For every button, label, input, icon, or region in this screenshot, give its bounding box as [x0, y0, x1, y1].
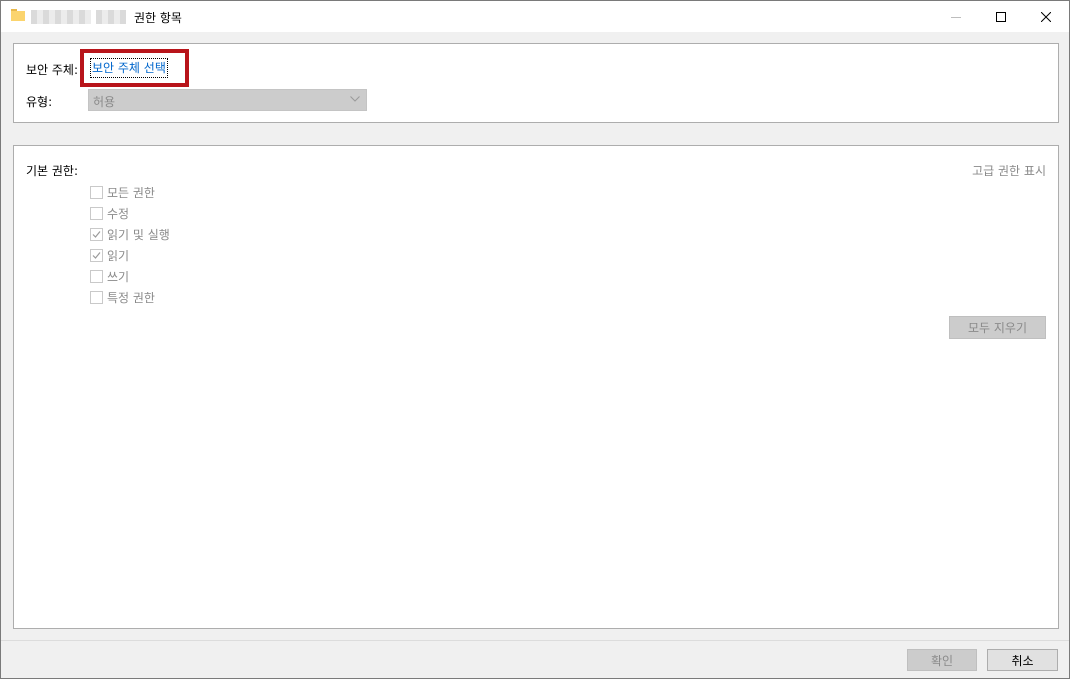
cancel-button[interactable]: 취소 [987, 649, 1058, 671]
ok-button[interactable]: 확인 [907, 649, 977, 671]
permission-item-write[interactable]: 쓰기 [90, 267, 129, 285]
permission-item-full-control[interactable]: 모든 권한 [90, 183, 155, 201]
chevron-down-icon [350, 96, 360, 102]
permissions-panel: 기본 권한: 고급 권한 표시 모든 권한 수정 읽기 및 실행 읽기 쓰기 특… [13, 145, 1059, 629]
checkbox[interactable] [90, 227, 103, 241]
permission-item-read[interactable]: 읽기 [90, 246, 129, 264]
principal-panel: 보안 주체: 보안 주체 선택 유형: 허용 [13, 43, 1059, 123]
checkbox[interactable] [90, 185, 103, 199]
checkbox[interactable] [90, 206, 103, 220]
basic-permissions-label: 기본 권한: [26, 164, 79, 178]
select-principal-link[interactable]: 보안 주체 선택 [90, 58, 168, 78]
title-bar: 권한 항목 [1, 1, 1069, 32]
type-select[interactable]: 허용 [88, 89, 367, 111]
window-title: 권한 항목 [134, 11, 182, 25]
principal-label: 보안 주체: [26, 63, 79, 77]
permission-label: 읽기 및 실행 [107, 227, 170, 242]
permission-entry-window: 권한 항목 보안 주체: 보안 주체 선택 유형: 허용 기본 권한: 고급 권… [0, 0, 1070, 679]
folder-icon [11, 9, 25, 21]
checkmark-icon [92, 251, 101, 259]
type-select-value: 허용 [93, 95, 116, 109]
checkbox[interactable] [90, 269, 103, 283]
maximize-button[interactable] [978, 1, 1024, 32]
permission-label: 특정 권한 [107, 290, 155, 305]
close-icon [1041, 11, 1051, 22]
checkbox[interactable] [90, 248, 103, 262]
permission-label: 모든 권한 [107, 185, 155, 200]
checkmark-icon [92, 230, 101, 238]
show-advanced-permissions-link[interactable]: 고급 권한 표시 [972, 162, 1046, 179]
checkbox[interactable] [90, 290, 103, 304]
permission-item-special[interactable]: 특정 권한 [90, 288, 155, 306]
redacted-path [31, 10, 91, 24]
permission-label: 읽기 [107, 248, 130, 263]
minimize-icon [951, 16, 961, 18]
type-label: 유형: [26, 95, 53, 109]
redacted-path [96, 10, 126, 24]
permission-item-modify[interactable]: 수정 [90, 204, 129, 222]
permission-item-read-execute[interactable]: 읽기 및 실행 [90, 225, 170, 243]
close-button[interactable] [1023, 1, 1069, 32]
minimize-button[interactable] [933, 1, 979, 32]
permission-label: 수정 [107, 206, 130, 221]
permission-label: 쓰기 [107, 269, 130, 284]
maximize-icon [996, 11, 1006, 22]
clear-all-button[interactable]: 모두 지우기 [949, 316, 1046, 339]
footer-divider [1, 640, 1069, 641]
